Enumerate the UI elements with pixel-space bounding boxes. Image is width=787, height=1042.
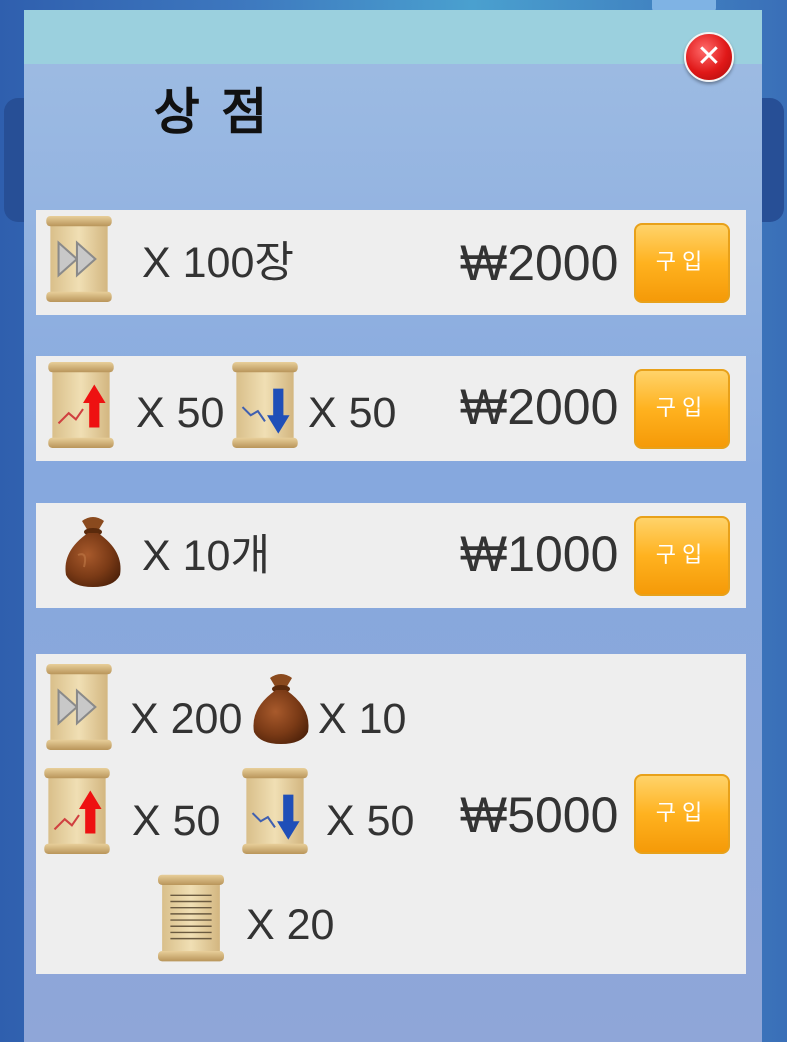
page-title: 상 점 <box>153 83 270 141</box>
document-quantity: X 20 <box>246 901 335 949</box>
rise-quantity: X 50 <box>136 389 225 437</box>
fall-quantity: X 50 <box>308 389 397 437</box>
bag-quantity: X 10 <box>318 695 407 743</box>
skip-scroll-icon <box>46 216 112 302</box>
item-quantity: X 100장 <box>142 239 294 287</box>
document-scroll-icon <box>158 874 224 962</box>
shop-item-trend: X 50 X 50 ₩2000 구입 <box>36 356 746 461</box>
item-price: ₩2000 <box>460 379 619 435</box>
close-button[interactable]: ✕ <box>684 32 734 82</box>
buy-button[interactable]: 구입 <box>634 516 730 596</box>
modal-header-bar <box>24 10 762 64</box>
rise-scroll-icon <box>44 768 110 854</box>
item-quantity: X 10개 <box>142 532 271 580</box>
item-price: ₩1000 <box>460 526 619 582</box>
money-bag-icon <box>253 674 309 744</box>
fall-quantity: X 50 <box>326 797 415 845</box>
buy-button[interactable]: 구입 <box>634 223 730 303</box>
money-bag-icon <box>65 517 121 587</box>
skip-scroll-icon <box>46 664 112 750</box>
buy-button[interactable]: 구입 <box>634 369 730 449</box>
rise-scroll-icon <box>48 362 114 448</box>
fall-scroll-icon <box>242 768 308 854</box>
item-price: ₩2000 <box>460 235 619 291</box>
fall-scroll-icon <box>232 362 298 448</box>
rise-quantity: X 50 <box>132 797 221 845</box>
skip-quantity: X 200 <box>130 695 243 743</box>
shop-item-bundle: X 200 X 10 X 50 X 50 X 20 ₩5000 구입 <box>36 654 746 974</box>
shop-modal: 상 점 ✕ X 100장 ₩2000 구입 X 50 X 50 ₩2000 구입… <box>24 10 762 1042</box>
shop-item-bag: X 10개 ₩1000 구입 <box>36 503 746 608</box>
close-icon: ✕ <box>696 39 722 74</box>
item-price: ₩5000 <box>460 787 619 843</box>
buy-button[interactable]: 구입 <box>634 774 730 854</box>
shop-item-skip: X 100장 ₩2000 구입 <box>36 210 746 315</box>
